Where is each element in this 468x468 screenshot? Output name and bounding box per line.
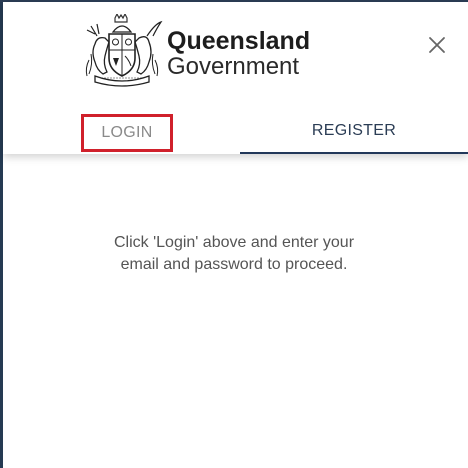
auth-tabs: LOGIN REGISTER	[3, 110, 468, 154]
qld-government-logo: Queensland Government	[79, 14, 319, 92]
login-instructions: Click 'Login' above and enter your email…	[40, 232, 428, 276]
brand-name: Queensland	[167, 27, 311, 55]
brand-text: Queensland Government	[167, 27, 310, 79]
instruction-line-2: email and password to proceed.	[120, 256, 348, 273]
queensland-crest-icon	[85, 14, 163, 87]
login-dialog: Queensland Government LOGIN REGISTER Cli…	[0, 0, 468, 468]
tab-register[interactable]: REGISTER	[240, 110, 468, 154]
close-icon	[429, 37, 445, 53]
instruction-line-1: Click 'Login' above and enter your	[113, 234, 355, 251]
close-button[interactable]	[426, 34, 448, 56]
brand-subtitle: Government	[167, 53, 300, 80]
tab-login[interactable]: LOGIN	[81, 114, 173, 152]
dialog-header: Queensland Government LOGIN REGISTER	[3, 2, 468, 154]
